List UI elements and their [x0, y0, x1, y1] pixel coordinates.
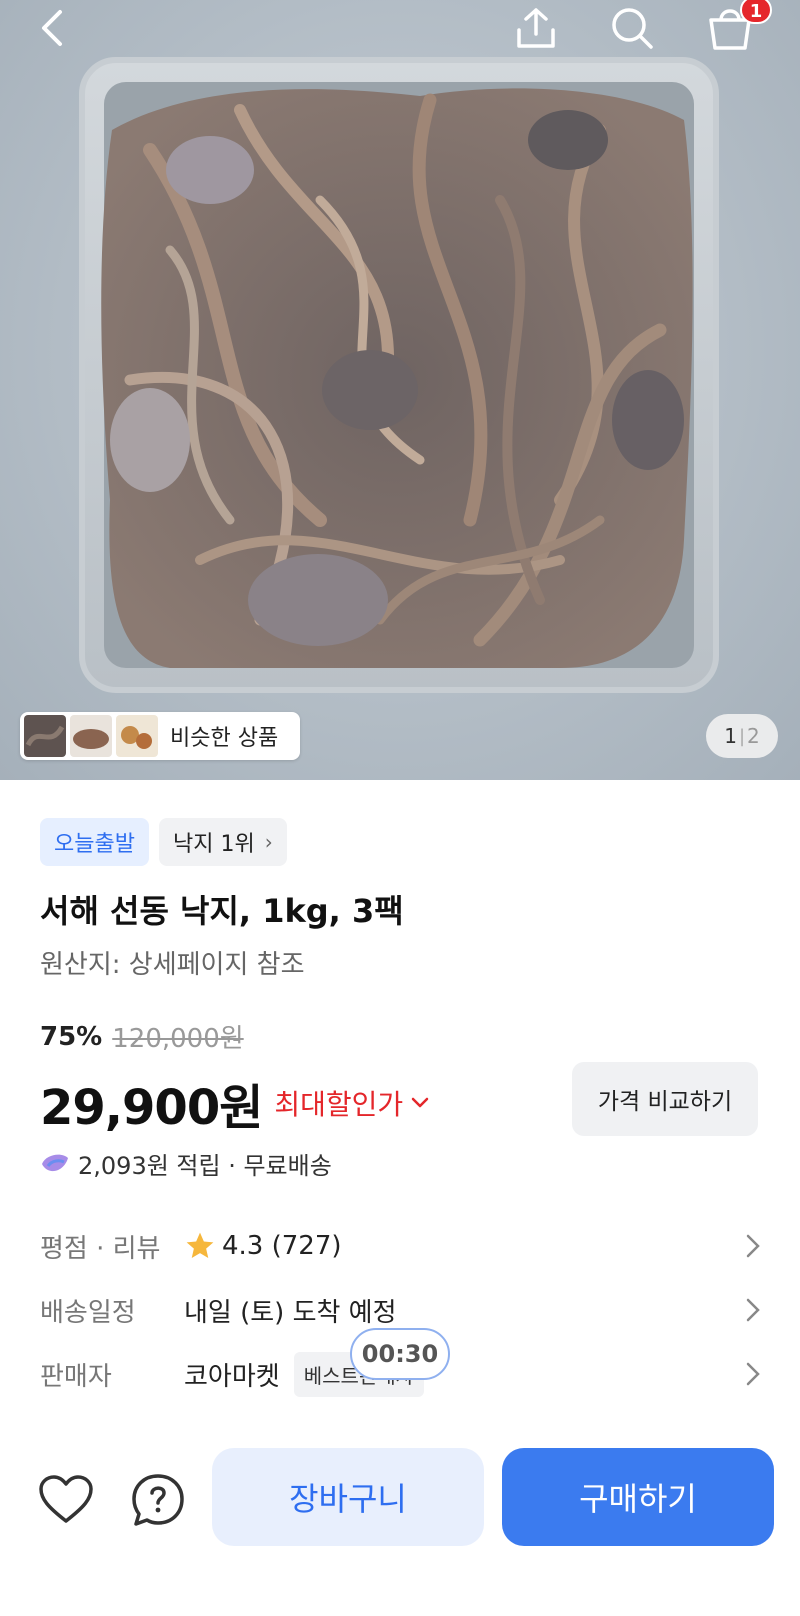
similar-products-button[interactable]: 비슷한 상품 [20, 712, 300, 760]
chevron-right-icon: › [264, 830, 273, 854]
cart-count-badge: 1 [740, 0, 772, 24]
image-counter-current: 1 [724, 724, 737, 748]
category-rank-chip[interactable]: 낙지 1위 › [158, 818, 287, 866]
rating-review-key: 평점 · 리뷰 [40, 1233, 161, 1264]
delivery-value: 내일 (토) 도착 예정 [184, 1297, 397, 1328]
image-counter-total: 2 [747, 724, 760, 748]
product-photo [79, 57, 719, 693]
chevron-right-icon [746, 1362, 760, 1386]
star-icon [186, 1232, 214, 1258]
similar-thumbnail [24, 715, 66, 757]
product-title: 서해 선동 낙지, 1kg, 3팩 [40, 892, 404, 930]
wishlist-button[interactable] [36, 1470, 96, 1530]
countdown-timer: 00:30 [350, 1328, 450, 1380]
search-icon [612, 8, 653, 49]
discount-row: 75% 120,000원 [40, 1018, 244, 1055]
image-counter-separator: | [738, 725, 746, 747]
seller-key: 판매자 [40, 1361, 112, 1392]
points-shipping-row: 2,093원 적립 · 무료배송 [40, 1146, 332, 1181]
add-to-cart-button[interactable]: 장바구니 [212, 1448, 484, 1546]
points-shipping-text: 2,093원 적립 · 무료배송 [78, 1152, 332, 1180]
search-button[interactable] [600, 0, 664, 56]
delivery-key: 배송일정 [40, 1297, 136, 1328]
buy-now-button[interactable]: 구매하기 [502, 1448, 774, 1546]
rating-review-row[interactable]: 평점 · 리뷰 4.3 (727) [40, 1218, 760, 1274]
product-tags: 오늘출발 낙지 1위 › [40, 818, 287, 866]
image-counter: 1 | 2 [706, 714, 778, 758]
chevron-right-icon [746, 1298, 760, 1322]
back-button[interactable] [20, 0, 84, 56]
chevron-down-icon [411, 1097, 429, 1108]
product-origin: 원산지: 상세페이지 참조 [40, 950, 305, 980]
max-discount-label: 최대할인가 [274, 1088, 404, 1121]
share-button[interactable] [504, 0, 568, 56]
heart-icon [39, 1475, 93, 1523]
original-price: 120,000원 [112, 1024, 244, 1054]
price-row: 29,900원 최대할인가 [40, 1068, 429, 1138]
max-discount-toggle[interactable]: 최대할인가 [274, 1083, 429, 1123]
similar-thumbnail [70, 715, 112, 757]
points-icon [42, 1154, 68, 1171]
today-dispatch-chip: 오늘출발 [40, 818, 149, 866]
seller-name: 코아마켓 [184, 1361, 280, 1392]
question-icon [132, 1474, 184, 1526]
share-upload-icon [517, 8, 555, 48]
product-image-carousel[interactable]: 1 비슷한 상품 1 | 2 [0, 0, 800, 780]
rating-value: 4.3 (727) [222, 1231, 342, 1261]
price-compare-button[interactable]: 가격 비교하기 [572, 1062, 758, 1136]
similar-products-label: 비슷한 상품 [170, 726, 279, 751]
similar-thumbnail [116, 715, 158, 757]
chevron-left-icon [42, 10, 62, 46]
category-rank-label: 낙지 1위 [172, 832, 255, 857]
sale-price: 29,900원 [40, 1080, 263, 1136]
discount-rate: 75% [40, 1021, 103, 1052]
chevron-right-icon [746, 1234, 760, 1258]
inquiry-button[interactable] [128, 1470, 188, 1530]
